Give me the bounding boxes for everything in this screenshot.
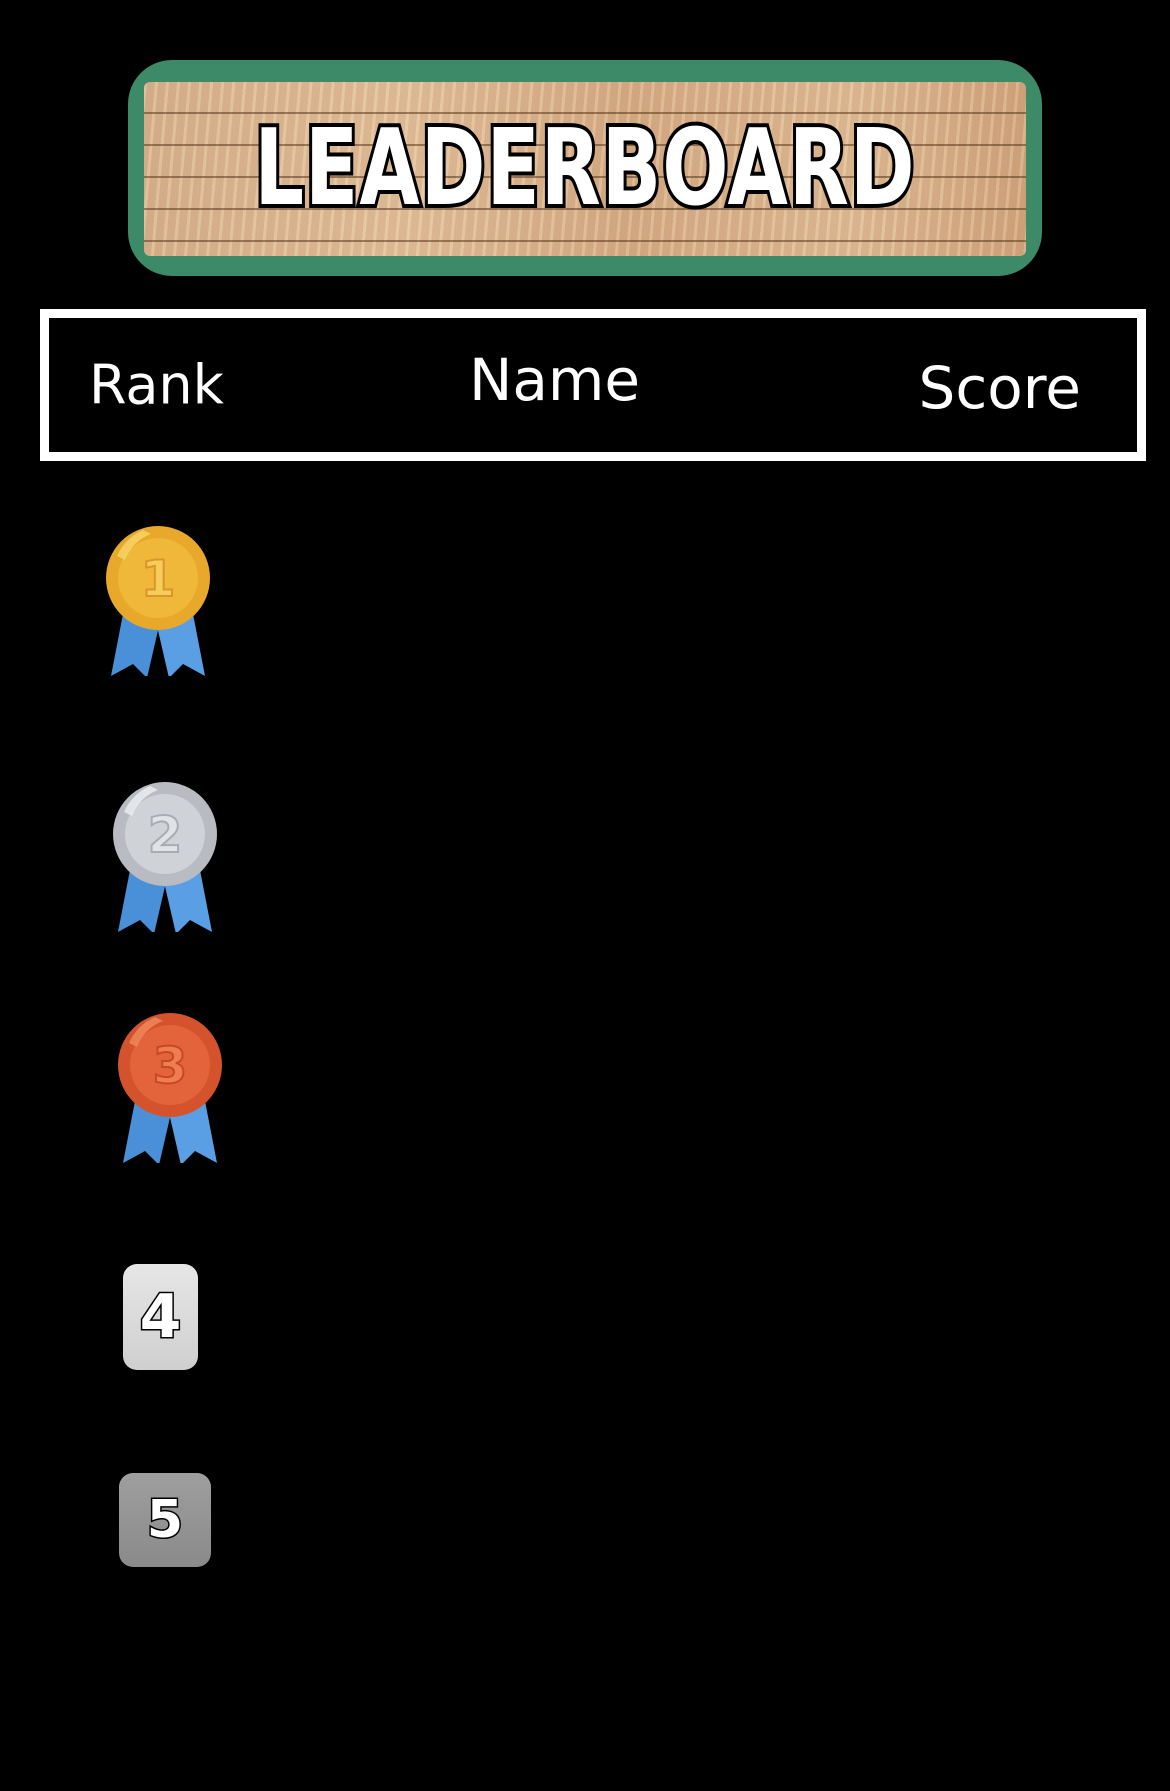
- score-column-header: Score: [918, 353, 1081, 422]
- leaderboard-title: LEADERBOARD: [251, 104, 917, 234]
- rank-5-badge: 5: [119, 1473, 211, 1567]
- rank-2-label: 2: [148, 806, 183, 864]
- rank-5-label: 5: [145, 1489, 184, 1552]
- rank-column-header: Rank: [89, 353, 224, 417]
- wood-plank-background: LEADERBOARD: [144, 82, 1026, 256]
- rank-1-label: 1: [141, 550, 176, 608]
- name-column-header: Name: [469, 345, 641, 414]
- leaderboard-header: Rank Name Score: [40, 309, 1146, 461]
- gold-medal-icon: 1: [103, 526, 213, 678]
- rank-4-label: 4: [138, 1281, 183, 1354]
- leaderboard-banner: LEADERBOARD: [128, 60, 1042, 276]
- bronze-medal-icon: 3: [115, 1013, 225, 1165]
- silver-medal-icon: 2: [110, 782, 220, 934]
- rank-3-label: 3: [153, 1037, 188, 1095]
- rank-4-badge: 4: [123, 1264, 198, 1370]
